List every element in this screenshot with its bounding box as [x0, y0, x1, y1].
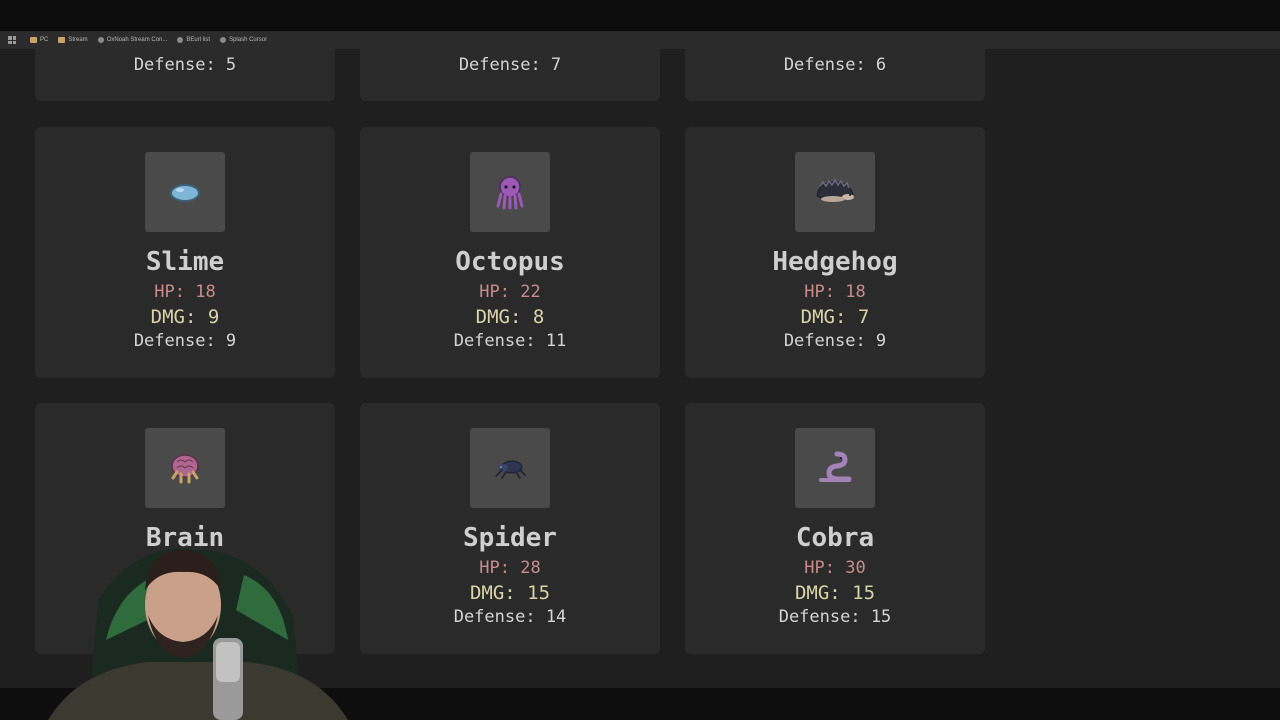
octopus-icon	[496, 176, 524, 210]
slime-icon	[170, 184, 200, 202]
monster-name: Slime	[145, 247, 225, 277]
hp-stat: HP: 28	[479, 558, 541, 578]
monster-card-spider: Spider HP: 28 DMG: 15 Defense: 14	[360, 403, 660, 654]
monster-name: Octopus	[455, 247, 565, 277]
brain-icon	[171, 454, 199, 484]
dmg-stat: DMG: 15	[469, 582, 551, 604]
defense-stat: Defense: 6	[783, 55, 887, 75]
monster-thumbnail	[795, 152, 875, 232]
globe-icon	[177, 37, 184, 43]
monster-thumbnail	[145, 428, 225, 508]
monster-card-hedgehog: Hedgehog HP: 18 DMG: 7 Defense: 9	[685, 127, 985, 378]
monster-thumbnail	[145, 152, 225, 232]
webcam-overlay	[48, 530, 348, 720]
dmg-stat: DMG: 9	[150, 306, 220, 328]
defense-stat: Defense: 14	[453, 607, 567, 627]
bookmark-beurl-list[interactable]: BEurl list	[177, 37, 210, 43]
monster-card-cobra: Cobra HP: 30 DMG: 15 Defense: 15	[685, 403, 985, 654]
monster-thumbnail	[470, 152, 550, 232]
bookmarks-bar: PC Stream OxNoah Stream Con... BEurl lis…	[0, 31, 1280, 49]
monster-card-partial: Defense: 6	[685, 49, 985, 101]
hedgehog-icon	[816, 178, 854, 202]
bookmark-stream-con[interactable]: OxNoah Stream Con...	[97, 37, 167, 43]
dmg-stat: DMG: 8	[475, 306, 545, 328]
monster-card-partial: Defense: 7	[360, 49, 660, 101]
hp-stat: HP: 30	[804, 558, 866, 578]
hp-stat: HP: 22	[479, 282, 541, 302]
defense-stat: Defense: 7	[458, 55, 562, 75]
monster-name: Spider	[463, 523, 557, 553]
monster-card-octopus: Octopus HP: 22 DMG: 8 Defense: 11	[360, 127, 660, 378]
defense-stat: Defense: 9	[783, 331, 887, 351]
defense-stat: Defense: 11	[453, 331, 567, 351]
folder-icon	[58, 37, 66, 43]
monster-name: Hedgehog	[772, 247, 898, 277]
apps-grid-icon[interactable]	[8, 36, 16, 44]
bookmark-pc[interactable]: PC	[30, 37, 48, 43]
hp-stat: HP: 18	[154, 282, 216, 302]
monster-name: Cobra	[795, 523, 875, 553]
bookmark-splash-cursor[interactable]: Splash Cursor	[220, 37, 267, 43]
defense-stat: Defense: 9	[133, 331, 237, 351]
monster-card-slime: Slime HP: 18 DMG: 9 Defense: 9	[35, 127, 335, 378]
globe-icon	[97, 37, 104, 43]
bookmark-stream[interactable]: Stream	[58, 37, 88, 43]
streamer-webcam-image	[48, 548, 348, 720]
hp-stat: HP: 18	[804, 282, 866, 302]
monster-thumbnail	[470, 428, 550, 508]
spider-icon	[495, 460, 526, 479]
dmg-stat: DMG: 15	[794, 582, 876, 604]
monster-thumbnail	[795, 428, 875, 508]
globe-icon	[220, 37, 227, 43]
monster-card-partial: Defense: 5	[35, 49, 335, 101]
window-top-bar	[0, 0, 1280, 31]
dmg-stat: DMG: 7	[800, 306, 870, 328]
folder-icon	[30, 37, 37, 43]
defense-stat: Defense: 5	[133, 55, 237, 75]
defense-stat: Defense: 15	[778, 607, 892, 627]
cobra-icon	[819, 451, 852, 482]
